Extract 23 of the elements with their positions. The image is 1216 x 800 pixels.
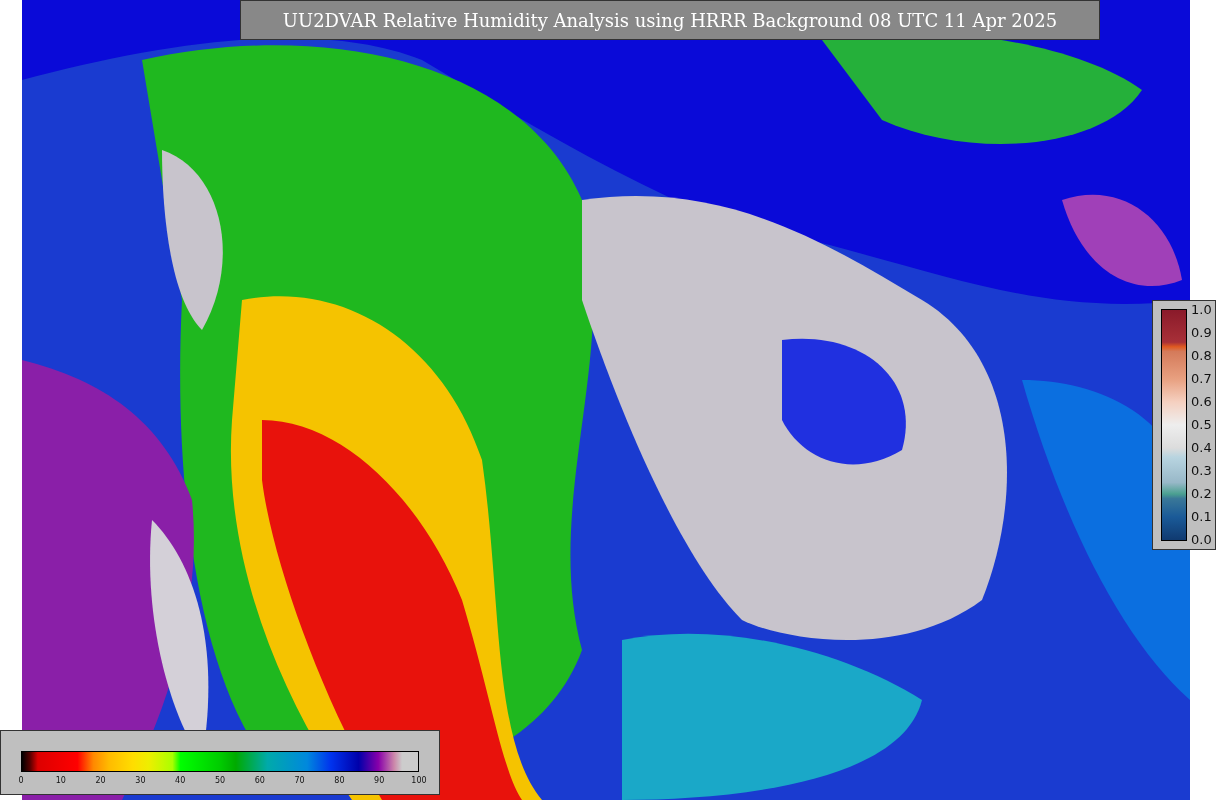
tick-label: 1.0 (1191, 302, 1212, 318)
tick-label: 100 (411, 776, 427, 785)
tick-label: 0.3 (1191, 463, 1212, 479)
tick-label: 0.5 (1191, 417, 1212, 433)
tick-label: 10 (55, 776, 66, 785)
tick-label: 0.2 (1191, 486, 1212, 502)
tick-label: 0.9 (1191, 325, 1212, 341)
tick-label: 30 (135, 776, 146, 785)
tick-label: 40 (175, 776, 186, 785)
tick-label: 80 (334, 776, 345, 785)
tick-label: 20 (95, 776, 106, 785)
tick-label: 0.8 (1191, 348, 1212, 364)
tick-label: 70 (294, 776, 305, 785)
tick-label: 0.1 (1191, 509, 1212, 525)
tick-label: 0.7 (1191, 371, 1212, 387)
tick-label: 0.0 (1191, 532, 1212, 548)
tick-label: 90 (374, 776, 385, 785)
tick-label: 0 (18, 776, 24, 785)
tick-label: 0.4 (1191, 440, 1212, 456)
map-title: UU2DVAR Relative Humidity Analysis using HRRR Background 08 UTC 11 Apr 2025 (240, 0, 1100, 40)
tick-label: 50 (214, 776, 226, 785)
tick-label: 60 (254, 776, 265, 785)
tick-label: 0.6 (1191, 394, 1212, 410)
